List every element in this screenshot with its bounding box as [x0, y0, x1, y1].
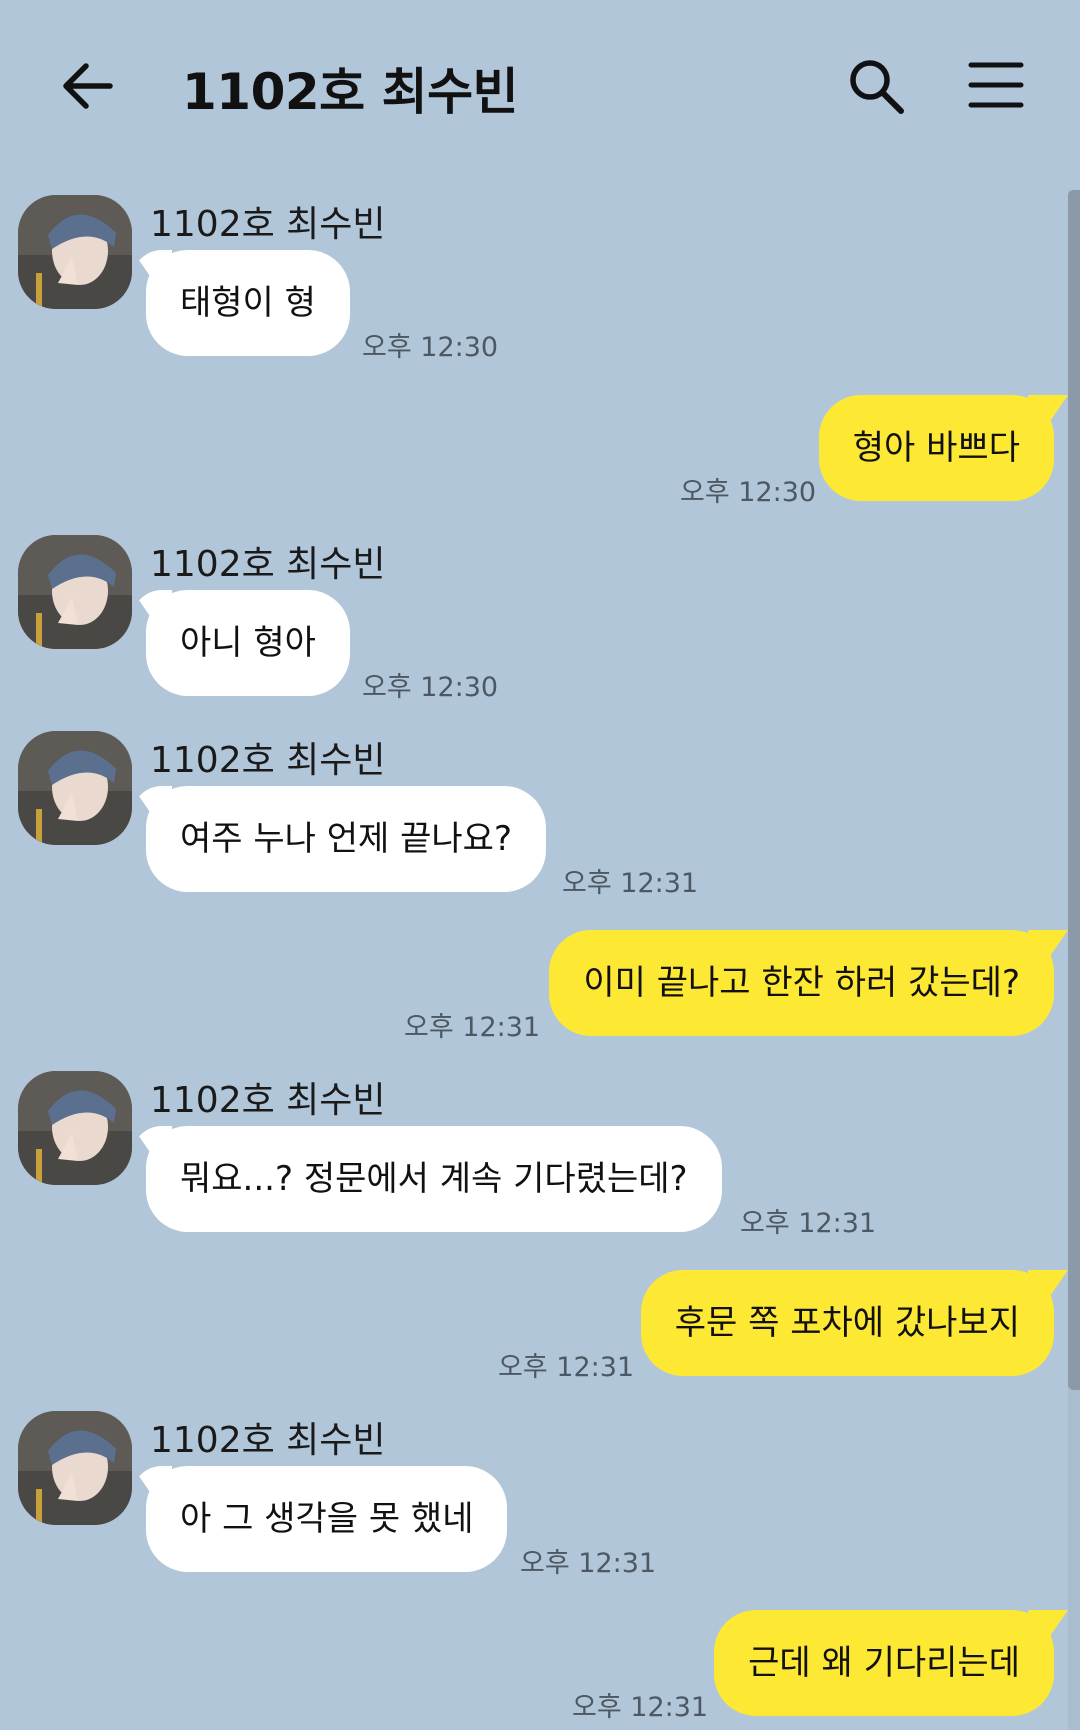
- profile-photo: [18, 1071, 132, 1185]
- message-time: 오후 12:31: [520, 1548, 657, 1579]
- profile-photo: [18, 535, 132, 649]
- chat-header: 1102호 최수빈: [0, 0, 1080, 170]
- message-time: 오후 12:30: [680, 477, 817, 508]
- message-time: 오후 12:31: [740, 1208, 877, 1239]
- profile-photo: [18, 195, 132, 309]
- sender-name: 1102호 최수빈: [150, 544, 386, 585]
- message-time: 오후 12:30: [362, 332, 499, 363]
- search-icon: [850, 60, 904, 114]
- message-time: 오후 12:31: [572, 1692, 709, 1723]
- chat-title: 1102호 최수빈: [182, 63, 519, 121]
- sender-name: 1102호 최수빈: [150, 1080, 386, 1121]
- sender-name: 1102호 최수빈: [150, 204, 386, 245]
- search-button[interactable]: [846, 56, 906, 116]
- sender-name: 1102호 최수빈: [150, 1420, 386, 1461]
- message-bubble[interactable]: 이미 끝나고 한잔 하러 갔는데?: [549, 930, 1054, 1036]
- sender-avatar[interactable]: [18, 1071, 132, 1185]
- message-bubble[interactable]: 아니 형아: [146, 590, 350, 696]
- message-bubble[interactable]: 근데 왜 기다리는데: [714, 1610, 1054, 1716]
- profile-photo: [18, 731, 132, 845]
- message-bubble[interactable]: 아 그 생각을 못 했네: [146, 1466, 508, 1572]
- hamburger-menu-icon: [968, 62, 1024, 108]
- back-button[interactable]: [58, 58, 114, 114]
- message-time: 오후 12:31: [404, 1012, 541, 1043]
- menu-button[interactable]: [968, 60, 1024, 110]
- sender-avatar[interactable]: [18, 1411, 132, 1525]
- message-bubble[interactable]: 여주 누나 언제 끝나요?: [146, 786, 546, 892]
- arrow-left-icon: [63, 63, 113, 109]
- message-bubble[interactable]: 뭐요...? 정문에서 계속 기다렸는데?: [146, 1126, 722, 1232]
- sender-avatar[interactable]: [18, 731, 132, 845]
- sender-avatar[interactable]: [18, 535, 132, 649]
- profile-photo: [18, 1411, 132, 1525]
- message-bubble[interactable]: 태형이 형: [146, 250, 350, 356]
- message-time: 오후 12:30: [362, 672, 499, 703]
- sender-avatar[interactable]: [18, 195, 132, 309]
- sender-name: 1102호 최수빈: [150, 740, 386, 781]
- message-time: 오후 12:31: [498, 1352, 635, 1383]
- message-bubble[interactable]: 후문 쪽 포차에 갔나보지: [640, 1270, 1054, 1376]
- message-time: 오후 12:31: [562, 868, 699, 899]
- scrollbar-thumb[interactable]: [1068, 190, 1080, 1390]
- message-bubble[interactable]: 형아 바쁘다: [818, 395, 1054, 501]
